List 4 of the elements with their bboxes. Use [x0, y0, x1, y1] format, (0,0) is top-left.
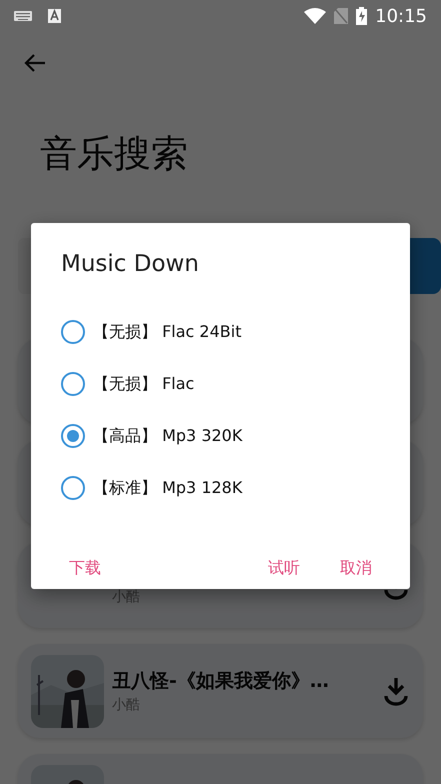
dialog-title: Music Down	[61, 250, 200, 279]
song-title: 丑八怪-《如果我爱你》…	[112, 668, 330, 694]
page-title: 音乐搜索	[40, 132, 189, 176]
clock-time: 10:15	[375, 4, 427, 28]
